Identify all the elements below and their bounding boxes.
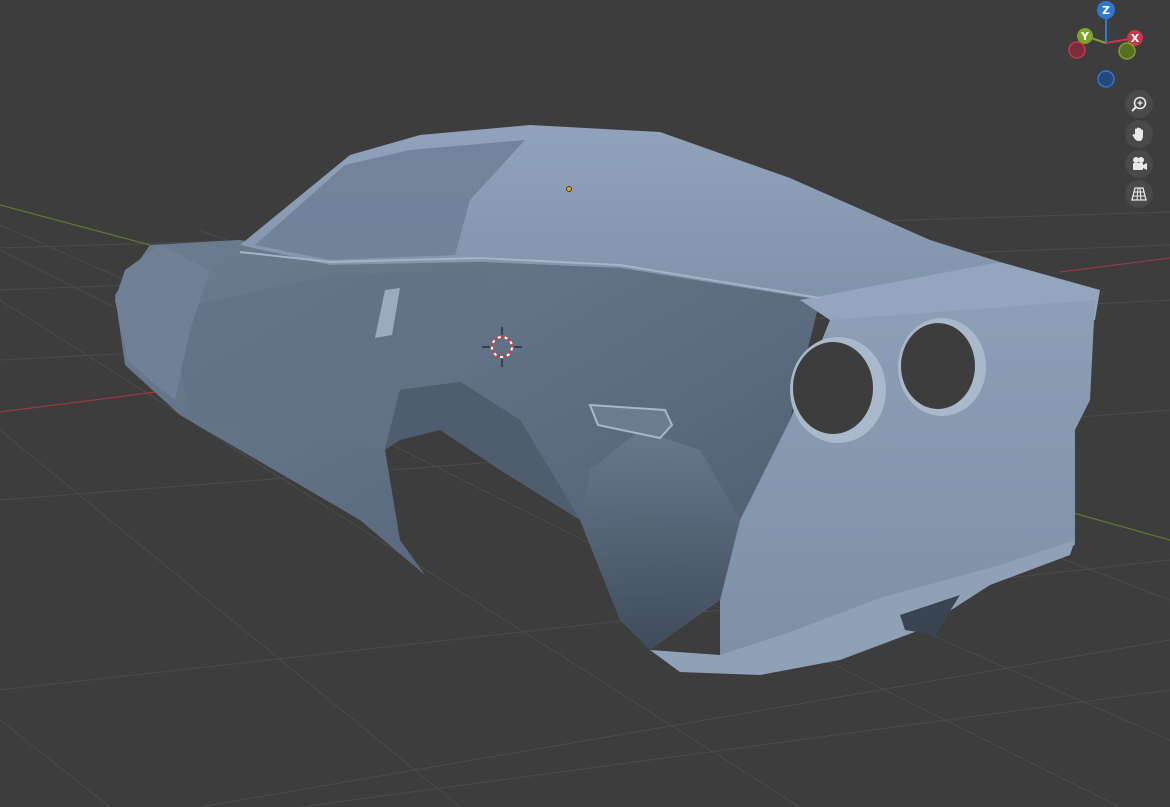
y-axis-line-right — [1069, 511, 1170, 541]
camera-view-button[interactable] — [1125, 150, 1153, 178]
zoom-button[interactable] — [1125, 90, 1153, 118]
gizmo-y-label: Y — [1080, 30, 1090, 43]
grid-icon — [1131, 187, 1147, 201]
hand-icon — [1132, 127, 1143, 141]
x-axis-line-right — [1059, 257, 1170, 273]
gizmo-x-negative[interactable] — [1068, 41, 1086, 59]
gizmo-y-negative[interactable] — [1118, 42, 1136, 60]
gizmo-z-negative[interactable] — [1097, 70, 1115, 88]
car-body-mesh[interactable] — [115, 125, 1100, 675]
pan-button[interactable] — [1125, 120, 1153, 148]
axis-gizmo[interactable]: Z X Y — [1060, 0, 1150, 92]
gizmo-x-label: X — [1131, 32, 1140, 45]
taillight-right-hole — [901, 323, 975, 409]
camera-icon — [1133, 157, 1147, 170]
taillight-left-hole — [793, 342, 873, 434]
zoom-icon — [1131, 96, 1147, 112]
perspective-toggle-button[interactable] — [1125, 180, 1153, 208]
scene-canvas[interactable] — [0, 0, 1170, 807]
gizmo-z-label: Z — [1102, 4, 1110, 17]
y-axis-line — [0, 204, 151, 246]
origin-icon[interactable] — [566, 186, 572, 192]
3d-viewport[interactable]: Z X Y — [0, 0, 1170, 807]
